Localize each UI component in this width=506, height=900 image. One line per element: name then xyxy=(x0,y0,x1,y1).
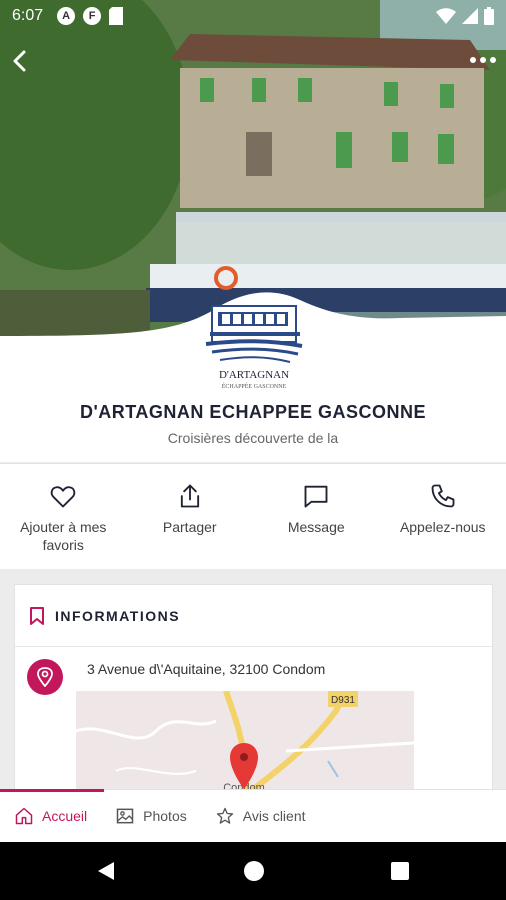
system-nav-bar xyxy=(0,842,506,900)
nav-back-icon[interactable] xyxy=(96,860,118,882)
status-bar: 6:07 A F xyxy=(0,0,506,32)
business-logo: D'ARTAGNAN ÉCHAPPÉE GASCONNE xyxy=(200,292,308,400)
share-icon xyxy=(180,484,199,508)
bookmark-icon xyxy=(30,606,44,625)
info-header: INFORMATIONS xyxy=(15,585,492,647)
heart-icon xyxy=(50,486,76,508)
battery-icon xyxy=(484,7,494,25)
tab-avis-client-label: Avis client xyxy=(242,808,306,824)
share-label: Partager xyxy=(162,519,217,535)
app-a-icon: A xyxy=(57,7,76,25)
info-title: INFORMATIONS xyxy=(55,607,181,624)
business-title: D'ARTAGNAN ECHAPPEE GASCONNE xyxy=(80,402,426,422)
star-icon xyxy=(216,807,233,824)
tab-accueil[interactable]: Accueil xyxy=(0,788,105,843)
message-label: Message xyxy=(287,519,345,535)
nav-recents-icon[interactable] xyxy=(391,862,409,880)
status-time: 6:07 xyxy=(12,7,44,24)
info-card: INFORMATIONS 3 Avenue d\'Aquitaine, 3210… xyxy=(14,584,493,795)
map-road-label: D931 xyxy=(331,695,355,706)
location-pin-icon xyxy=(27,659,63,695)
location-map[interactable]: D931 Condom xyxy=(76,691,414,795)
share-button[interactable]: Partager xyxy=(127,464,254,569)
nav-home-icon[interactable] xyxy=(244,861,264,881)
address-row[interactable]: 3 Avenue d\'Aquitaine, 32100 Condom xyxy=(27,659,325,695)
app-f-icon: F xyxy=(83,7,102,25)
logo-subtext: ÉCHAPPÉE GASCONNE xyxy=(222,382,287,390)
tab-photos[interactable]: Photos xyxy=(101,790,201,843)
image-icon xyxy=(116,808,134,824)
action-bar: Ajouter à mes favoris Partager Message A… xyxy=(0,463,506,569)
tab-avis-client[interactable]: Avis client xyxy=(201,790,320,843)
bottom-tab-bar: Accueil Photos Avis client xyxy=(0,788,506,843)
call-button[interactable]: Appelez-nous xyxy=(380,464,506,569)
more-dots-icon[interactable] xyxy=(468,50,498,70)
back-arrow-icon[interactable] xyxy=(6,46,34,76)
message-icon xyxy=(304,485,328,508)
sd-card-icon xyxy=(109,7,124,25)
phone-icon xyxy=(431,484,455,508)
hero-image xyxy=(0,0,506,336)
wifi-icon xyxy=(436,8,456,24)
home-icon xyxy=(15,807,33,825)
tab-accueil-label: Accueil xyxy=(42,808,88,824)
address-text: 3 Avenue d\'Aquitaine, 32100 Condom xyxy=(87,661,326,677)
call-label: Appelez-nous xyxy=(399,519,486,535)
favorite-button[interactable]: Ajouter à mes favoris xyxy=(0,464,127,569)
favorite-label: Ajouter à mes favoris xyxy=(20,519,107,553)
tab-photos-label: Photos xyxy=(143,808,187,824)
business-subtitle: Croisières découverte de la xyxy=(167,430,339,446)
logo-text: D'ARTAGNAN xyxy=(219,369,289,381)
message-button[interactable]: Message xyxy=(253,464,380,569)
signal-icon xyxy=(462,8,478,24)
